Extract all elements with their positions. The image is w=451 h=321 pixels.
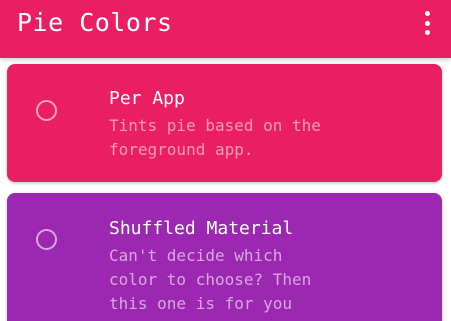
radio-button-per-app[interactable] — [36, 100, 57, 121]
option-title: Per App — [109, 88, 185, 109]
overflow-menu-button[interactable] — [419, 11, 435, 35]
more-vert-icon — [424, 11, 430, 16]
option-description: Tints pie based on the foreground app. — [109, 116, 321, 159]
radio-button-shuffled-material[interactable] — [36, 229, 57, 250]
pie-colors-screen: Pie Colors Per App Tints pie based on th… — [0, 0, 451, 321]
more-vert-icon-dot-3 — [424, 30, 430, 35]
more-vert-icon-dot-2 — [424, 20, 430, 26]
option-description: Can't decide which color to choose? Then… — [109, 246, 312, 313]
option-title: Shuffled Material — [109, 218, 294, 239]
app-bar: Pie Colors — [0, 0, 451, 58]
page-title: Pie Colors — [17, 8, 173, 37]
option-card-per-app[interactable]: Per App Tints pie based on the foregroun… — [7, 64, 442, 182]
option-card-shuffled-material[interactable]: Shuffled Material Can't decide which col… — [7, 193, 442, 321]
